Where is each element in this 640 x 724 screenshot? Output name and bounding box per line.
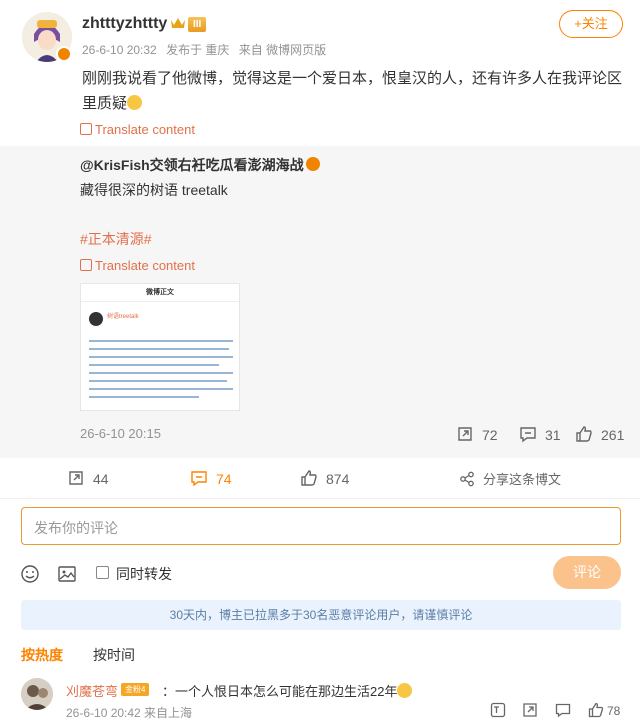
thumb-title: 微博正文 [81, 284, 239, 302]
comment-notice: 30天内，博主已拉黑多于30名恶意评论用户，请谨慎评论 [21, 600, 621, 630]
sort-by-time-tab[interactable]: 按时间 [93, 645, 135, 665]
repost-comment-count: 31 [545, 427, 561, 443]
cry-emoji-icon [397, 683, 413, 698]
post-body: 刚刚我说看了他微博，觉得这是一个爱日本，恨皇汉的人，还有许多人在我评论区里质疑 [82, 70, 623, 112]
thumb-text-line [89, 340, 233, 342]
repost-like-count: 261 [601, 427, 625, 443]
repost-button[interactable]: 44 [67, 469, 109, 487]
repost-translate-link[interactable]: Translate content [80, 258, 195, 273]
verified-badge-icon [56, 46, 72, 62]
comment-icon [191, 471, 207, 487]
comment-meta: 26-6-10 20:42 来自上海 [66, 706, 193, 720]
thumb-text-line [89, 380, 227, 382]
laugh-emoji-icon [127, 95, 143, 110]
post-location: 发布于 重庆 [166, 43, 230, 57]
share-icon [460, 471, 474, 487]
post-text: 刚刚我说看了他微博，觉得这是一个爱日本，恨皇汉的人，还有许多人在我评论区里质疑 [82, 66, 627, 116]
post-source: 来自 微博网页版 [238, 43, 327, 57]
thumb-avatar [89, 312, 103, 326]
vip-badge: III [188, 17, 207, 32]
repost-count: 44 [93, 471, 109, 487]
thumb-text-line [89, 364, 219, 366]
comment-author[interactable]: 刈魔苍弯 [66, 681, 118, 700]
like-button[interactable]: 874 [300, 469, 349, 487]
share-button[interactable]: 分享这条博文 [459, 469, 561, 488]
thumb-text-line [89, 396, 199, 398]
repost-author[interactable]: @KrisFish交领右衽吃瓜看澎湖海战 [80, 155, 304, 175]
sort-by-hot-tab[interactable]: 按热度 [21, 645, 63, 665]
emoji-icon[interactable] [20, 564, 40, 584]
repost-hashtag[interactable]: #正本清源# [80, 229, 152, 249]
comment-icon[interactable] [555, 702, 571, 718]
comment-body: ：一个人恨日本怎么可能在那边生活22年 [162, 684, 398, 699]
repost-icon [69, 471, 83, 485]
crown-icon [171, 18, 185, 28]
thumb-text-line [89, 348, 229, 350]
comment-count: 74 [216, 471, 232, 487]
thumb-text-line [89, 388, 233, 390]
translate-label: Translate content [95, 122, 195, 137]
repost-translate-label: Translate content [95, 258, 195, 273]
thumb-author: 树语treetalk [107, 314, 139, 320]
repost-time[interactable]: 26-6-10 20:15 [80, 426, 161, 441]
fan-badge: 金粉4 [121, 683, 150, 696]
comment-like-count: 78 [607, 704, 621, 718]
comment-input[interactable]: 发布你的评论 [21, 507, 621, 545]
divider [0, 498, 640, 499]
repost-repost-button[interactable]: 72 [456, 425, 498, 443]
comment-text: ：一个人恨日本怎么可能在那边生活22年 [162, 681, 413, 700]
follow-button[interactable]: +关注 [559, 10, 623, 38]
post-time[interactable]: 26-6-10 20:32 [82, 43, 157, 57]
comment-icon [520, 427, 536, 443]
repost-icon [458, 427, 472, 441]
repost-like-button[interactable]: 261 [575, 425, 624, 443]
repost-image-thumbnail[interactable]: 微博正文 树语treetalk [80, 283, 240, 411]
image-icon[interactable] [57, 564, 77, 584]
share-label: 分享这条博文 [483, 472, 562, 487]
post-meta: 26-6-10 20:32 发布于 重庆 来自 微博网页版 [82, 41, 332, 58]
repost-checkbox-label[interactable]: 同时转发 [116, 564, 172, 584]
submit-comment-button[interactable]: 评论 [553, 556, 621, 589]
translate-link[interactable]: Translate content [80, 122, 195, 137]
repost-verified-icon [306, 157, 320, 171]
repost-checkbox[interactable] [96, 566, 109, 579]
thumb-text-line [89, 356, 233, 358]
repost-comment-button[interactable]: 31 [519, 425, 561, 443]
translate-icon [80, 259, 92, 271]
translate-icon [80, 123, 92, 135]
repost-text: 藏得很深的树语 treetalk [80, 182, 228, 198]
repost-icon[interactable] [522, 702, 538, 718]
thumbs-up-icon [576, 426, 592, 442]
comment-button[interactable]: 74 [190, 469, 232, 487]
thumbs-up-icon[interactable] [588, 702, 604, 718]
comment-avatar[interactable] [21, 678, 53, 710]
thumbs-up-icon [301, 470, 317, 486]
thumb-text-line [89, 372, 233, 374]
repost-repost-count: 72 [482, 427, 498, 443]
post-username[interactable]: zhtttyzhttty [82, 15, 167, 33]
like-count: 874 [326, 471, 350, 487]
translate-icon[interactable] [490, 702, 506, 718]
